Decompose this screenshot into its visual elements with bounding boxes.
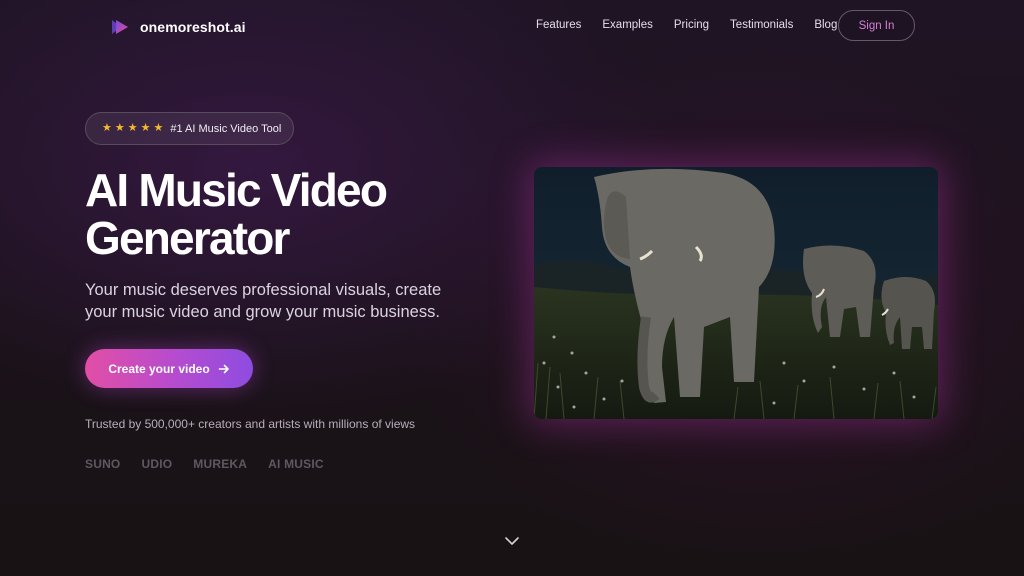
nav-links: Features Examples Pricing Testimonials B…	[536, 19, 837, 31]
rating-stars: ★ ★ ★ ★ ★	[102, 123, 163, 134]
sign-in-button[interactable]: Sign In	[838, 10, 915, 41]
partner-udio: UDIO	[141, 457, 173, 471]
hero-subtitle: Your music deserves professional visuals…	[85, 281, 442, 321]
rating-badge: ★ ★ ★ ★ ★ #1 AI Music Video Tool	[85, 112, 294, 145]
star-icon: ★	[127, 122, 138, 134]
hero-title-line-1: AI Music Video	[85, 164, 388, 216]
partner-ai-music: AI MUSIC	[268, 457, 324, 471]
nav-link-examples[interactable]: Examples	[602, 19, 653, 31]
star-icon: ★	[114, 122, 125, 134]
trusted-text: Trusted by 500,000+ creators and artists…	[85, 417, 416, 431]
chevron-down-icon[interactable]	[504, 534, 520, 548]
top-nav: onemoreshot.ai Features Examples Pricing…	[0, 0, 1024, 54]
nav-link-pricing[interactable]: Pricing	[674, 19, 709, 31]
nav-link-blog[interactable]: Blog	[814, 19, 837, 31]
play-logo-icon	[112, 20, 128, 34]
badge-text: #1 AI Music Video Tool	[170, 122, 282, 135]
hero-title: AI Music Video Generator	[85, 166, 515, 262]
star-icon: ★	[102, 122, 112, 134]
partner-logos: SUNO UDIO MUREKA AI MUSIC	[85, 457, 324, 471]
create-video-label: Create your video	[108, 361, 210, 376]
hero-title-line-2: Generator	[85, 212, 290, 264]
star-icon: ★	[153, 122, 164, 134]
partner-mureka: MUREKA	[193, 457, 248, 471]
arrow-right-icon	[218, 364, 229, 373]
partner-suno: SUNO	[85, 457, 121, 471]
brand-name: onemoreshot.ai	[140, 19, 246, 35]
nav-link-testimonials[interactable]: Testimonials	[730, 19, 793, 31]
nav-link-features[interactable]: Features	[536, 19, 581, 31]
elephants-image	[534, 167, 938, 419]
hero-video-preview[interactable]	[534, 167, 938, 419]
brand-logo[interactable]: onemoreshot.ai	[110, 16, 246, 38]
create-video-button[interactable]: Create your video	[85, 349, 253, 388]
star-icon: ★	[140, 122, 151, 134]
